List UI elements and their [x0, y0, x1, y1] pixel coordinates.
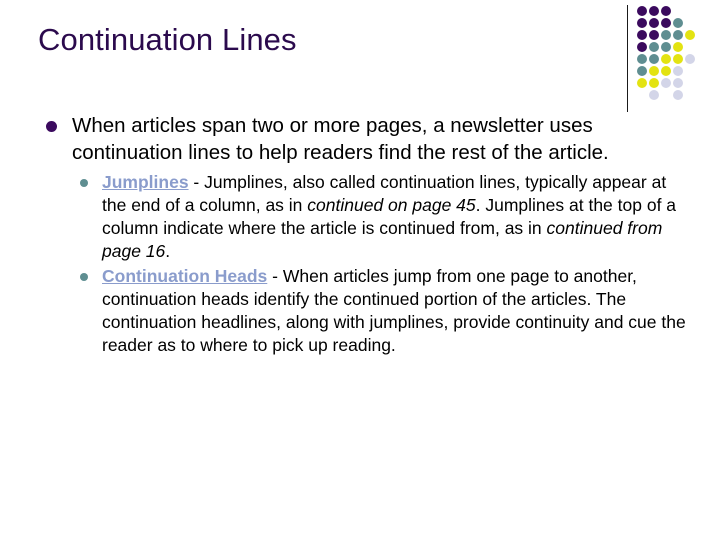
decorative-dot: [649, 6, 659, 16]
decorative-dot: [637, 54, 647, 64]
decorative-dot: [661, 78, 671, 88]
decorative-dot: [637, 78, 647, 88]
link-continuation-heads[interactable]: Continuation Heads: [102, 266, 267, 286]
decorative-dot: [673, 54, 683, 64]
decorative-dot: [661, 54, 671, 64]
decorative-dot: [649, 18, 659, 28]
bullet-marker-icon: [46, 121, 57, 132]
sub-bullet-marker-icon: [80, 179, 88, 187]
decorative-dot: [637, 18, 647, 28]
sub-bullet-text-part3: .: [165, 241, 171, 261]
decorative-dot: [661, 6, 671, 16]
decorative-dot: [649, 30, 659, 40]
decorative-dot: [637, 6, 647, 16]
bullet-list-level2: Jumplines - Jumplines, also called conti…: [72, 171, 694, 357]
decorative-dot: [649, 54, 659, 64]
bullet-list-level1: When articles span two or more pages, a …: [38, 112, 694, 357]
decorative-dot-grid: [620, 0, 720, 120]
decorative-dot: [661, 18, 671, 28]
decorative-dot: [649, 42, 659, 52]
list-item: Continuation Heads - When articles jump …: [72, 265, 694, 357]
decorative-dot: [673, 30, 683, 40]
decorative-dot: [661, 66, 671, 76]
decorative-dot: [673, 66, 683, 76]
list-item: When articles span two or more pages, a …: [38, 112, 694, 357]
decorative-dot: [649, 78, 659, 88]
decorative-dot: [649, 66, 659, 76]
decorative-dot: [661, 42, 671, 52]
decorative-dot: [685, 54, 695, 64]
bullet-text: When articles span two or more pages, a …: [72, 114, 609, 164]
vertical-rule: [627, 5, 628, 112]
sub-bullet-emphasis-1: continued on page 45: [307, 195, 476, 215]
slide-body: When articles span two or more pages, a …: [38, 112, 694, 361]
decorative-dot: [649, 90, 659, 100]
decorative-dot: [661, 30, 671, 40]
link-jumplines[interactable]: Jumplines: [102, 172, 189, 192]
decorative-dot: [637, 42, 647, 52]
decorative-dot: [637, 66, 647, 76]
list-item: Jumplines - Jumplines, also called conti…: [72, 171, 694, 263]
sub-bullet-marker-icon: [80, 273, 88, 281]
decorative-dot: [673, 42, 683, 52]
decorative-dot: [637, 30, 647, 40]
decorative-dot: [673, 90, 683, 100]
decorative-dot: [673, 78, 683, 88]
page-title: Continuation Lines: [38, 22, 297, 57]
decorative-dot: [685, 30, 695, 40]
decorative-dot: [673, 18, 683, 28]
